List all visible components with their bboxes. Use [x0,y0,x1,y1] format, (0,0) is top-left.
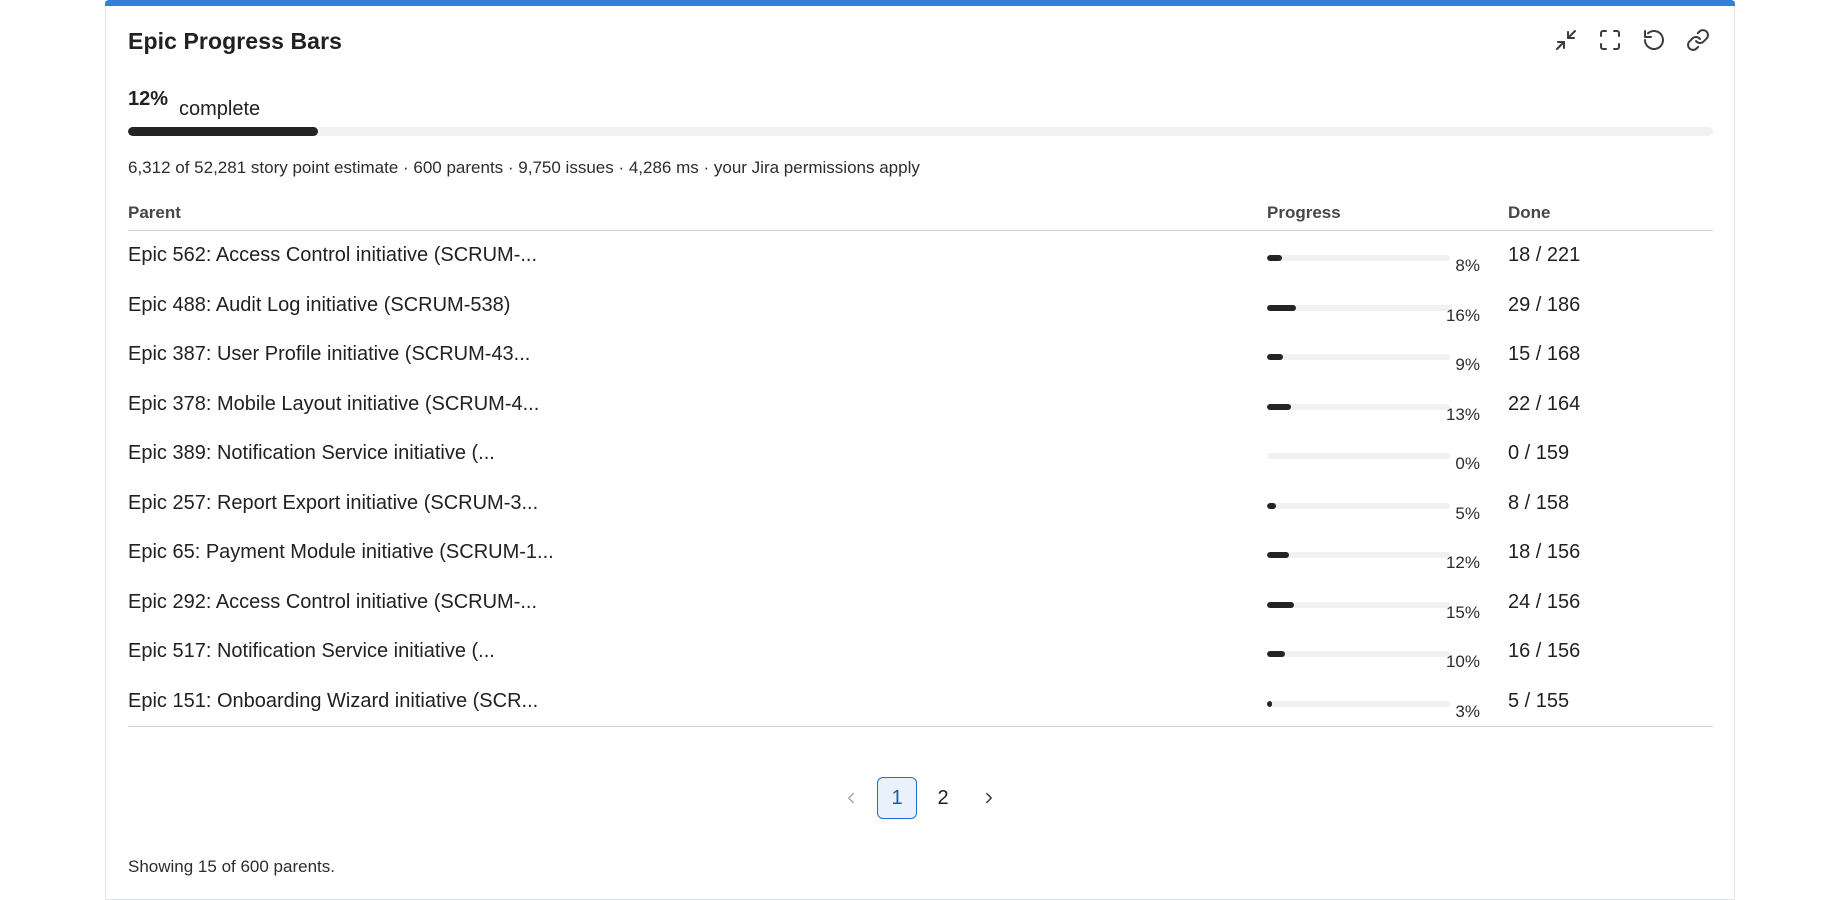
refresh-icon [1644,30,1664,50]
table-row[interactable]: Epic 562: Access Control initiative (SCR… [128,231,1713,281]
overall-progress-fill [128,127,319,136]
table-row[interactable]: Epic 488: Audit Log initiative (SCRUM-53… [128,281,1713,331]
prev-page-button[interactable] [831,777,871,819]
row-progress-fill [1267,354,1284,360]
fullscreen-button[interactable] [1596,26,1624,54]
row-progress-fill [1267,700,1273,707]
overall-complete-label: complete [179,98,261,120]
row-progress-bar [1267,354,1450,360]
parent-epic-link[interactable]: Epic 378: Mobile Layout initiative (SCRU… [128,393,539,416]
overall-percent: 12% [128,88,169,110]
row-done-count: 5 / 155 [1508,689,1570,712]
row-done-count: 24 / 156 [1508,590,1581,613]
page-button-2[interactable]: 2 [923,777,963,819]
row-progress-bar [1267,502,1450,509]
row-progress-bar [1267,304,1450,311]
parent-epic-link[interactable]: Epic 517: Notification Service initiativ… [128,640,495,663]
table-row[interactable]: Epic 292: Access Control initiative (SCR… [128,578,1713,628]
parent-epic-link[interactable]: Epic 65: Payment Module initiative (SCRU… [128,541,554,564]
refresh-button[interactable] [1640,26,1668,54]
table-row[interactable]: Epic 257: Report Export initiative (SCRU… [128,479,1713,529]
overall-progress-bar [128,127,1713,136]
row-progress-percent: 10% [1445,652,1480,671]
table-row[interactable]: Epic 387: User Profile initiative (SCRUM… [128,330,1713,380]
showing-count-note: Showing 15 of 600 parents. [128,857,335,876]
row-progress-bar [1267,552,1450,558]
table-row[interactable]: Epic 65: Payment Module initiative (SCRU… [128,528,1713,578]
row-progress-fill [1267,403,1291,410]
column-header-progress[interactable]: Progress [1267,203,1341,223]
pagination: 1 2 [106,777,1734,819]
row-progress-fill [1267,304,1297,311]
chevron-right-icon [986,792,992,804]
collapse-icon [1556,30,1576,50]
table-body: Epic 562: Access Control initiative (SCR… [128,231,1713,727]
parent-epic-link[interactable]: Epic 151: Onboarding Wizard initiative (… [128,690,538,713]
row-done-count: 15 / 168 [1508,343,1581,365]
accent-bar [105,0,1735,6]
table-row[interactable]: Epic 378: Mobile Layout initiative (SCRU… [128,380,1713,430]
table-row[interactable]: Epic 151: Onboarding Wizard initiative (… [128,677,1713,727]
parent-epic-link[interactable]: Epic 488: Audit Log initiative (SCRUM-53… [128,294,510,317]
row-progress-bar [1267,601,1450,608]
row-done-count: 0 / 159 [1508,442,1570,464]
row-progress-percent: 5% [1455,503,1480,523]
link-icon [1687,29,1709,51]
row-progress-percent: 8% [1455,256,1480,275]
row-progress-percent: 13% [1445,404,1480,424]
epic-progress-widget: Epic Progress Bars 12% complete 6,312 of… [105,0,1735,900]
row-progress-percent: 16% [1445,305,1480,325]
chevron-left-icon [848,792,854,804]
row-done-count: 22 / 164 [1508,392,1581,415]
widget-title: Epic Progress Bars [128,28,343,54]
row-done-count: 16 / 156 [1508,640,1581,662]
epic-table: Parent Progress Done Epic 562: Access Co… [128,200,1713,727]
row-done-count: 18 / 221 [1508,244,1581,266]
row-progress-fill [1267,255,1282,261]
row-progress-percent: 0% [1455,454,1480,473]
row-progress-fill [1267,502,1277,509]
widget-header: Epic Progress Bars [128,26,1712,58]
parent-epic-link[interactable]: Epic 562: Access Control initiative (SCR… [128,244,537,267]
row-progress-bar [1267,453,1450,459]
summary-meta: 6,312 of 52,281 story point estimate · 6… [128,158,920,177]
row-progress-percent: 12% [1445,553,1480,572]
row-done-count: 18 / 156 [1508,541,1581,563]
row-progress-bar [1267,255,1450,261]
row-progress-fill [1267,601,1295,608]
parent-epic-link[interactable]: Epic 389: Notification Service initiativ… [128,442,495,465]
next-page-button[interactable] [969,777,1009,819]
row-progress-bar [1267,403,1450,410]
widget-actions [1552,26,1712,54]
row-progress-fill [1267,651,1286,657]
row-progress-percent: 9% [1455,355,1480,374]
row-progress-percent: 15% [1445,602,1480,622]
row-progress-percent: 3% [1455,701,1480,721]
copy-link-button[interactable] [1684,26,1712,54]
row-progress-bar [1267,651,1450,657]
row-done-count: 8 / 158 [1508,491,1570,514]
parent-epic-link[interactable]: Epic 387: User Profile initiative (SCRUM… [128,343,530,366]
parent-epic-link[interactable]: Epic 257: Report Export initiative (SCRU… [128,492,538,515]
fullscreen-icon [1600,30,1620,50]
row-progress-fill [1267,552,1289,558]
parent-epic-link[interactable]: Epic 292: Access Control initiative (SCR… [128,591,537,614]
table-row[interactable]: Epic 389: Notification Service initiativ… [128,429,1713,479]
column-header-parent[interactable]: Parent [128,203,181,223]
table-row[interactable]: Epic 517: Notification Service initiativ… [128,627,1713,677]
row-progress-bar [1267,700,1450,707]
column-header-done[interactable]: Done [1508,203,1551,223]
table-header: Parent Progress Done [128,200,1713,231]
collapse-button[interactable] [1552,26,1580,54]
page-button-1[interactable]: 1 [877,777,917,819]
row-done-count: 29 / 186 [1508,293,1581,316]
